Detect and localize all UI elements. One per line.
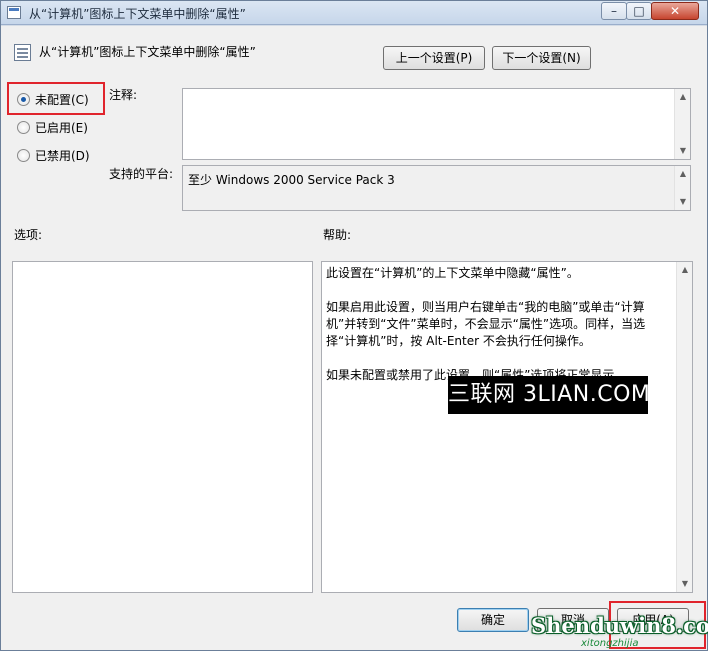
options-label: 选项: — [14, 228, 43, 242]
radio-button[interactable] — [17, 148, 30, 162]
scroll-down-arrow-icon[interactable]: ▼ — [677, 576, 692, 592]
comment-label: 注释: — [109, 88, 138, 102]
window-title: 从“计算机”图标上下文菜单中删除“属性” — [29, 7, 246, 21]
supported-platform-field: 至少 Windows 2000 Service Pack 3 ▲ ▼ — [182, 165, 691, 211]
watermark-3lian: 三联网 3LIAN.COM — [448, 376, 650, 414]
minimize-button[interactable]: – — [601, 2, 627, 20]
platform-label: 支持的平台: — [109, 167, 174, 181]
close-button[interactable]: ✕ — [651, 2, 699, 20]
platform-value: 至少 Windows 2000 Service Pack 3 — [188, 173, 395, 187]
radio-enabled[interactable]: 已启用(E) — [17, 118, 88, 136]
help-scrollbar[interactable]: ▲ ▼ — [676, 262, 692, 592]
highlight-box-radio — [7, 82, 105, 115]
watermark-shenduwin8: Shenduwin8.com — [531, 613, 708, 638]
previous-setting-button[interactable]: 上一个设置(P) — [383, 46, 485, 70]
comment-scrollbar[interactable]: ▲ ▼ — [674, 89, 690, 159]
scroll-down-arrow-icon[interactable]: ▼ — [675, 143, 690, 159]
help-panel: 此设置在“计算机”的上下文菜单中隐藏“属性”。 如果启用此设置，则当用户右键单击… — [321, 261, 693, 593]
platform-scrollbar[interactable]: ▲ ▼ — [674, 166, 690, 210]
radio-label-enabled: 已启用(E) — [35, 120, 88, 135]
radio-button[interactable] — [17, 120, 30, 134]
dialog-client-area: 从“计算机”图标上下文菜单中删除“属性” 上一个设置(P) 下一个设置(N) 未… — [1, 26, 707, 650]
title-bar[interactable]: 从“计算机”图标上下文菜单中删除“属性” – □ ✕ — [1, 1, 707, 25]
scroll-up-arrow-icon[interactable]: ▲ — [677, 262, 692, 278]
policy-setting-window: 从“计算机”图标上下文菜单中删除“属性” – □ ✕ 从“计算机”图标上下文菜单… — [0, 0, 708, 651]
scroll-up-arrow-icon[interactable]: ▲ — [675, 89, 690, 105]
next-setting-button[interactable]: 下一个设置(N) — [492, 46, 591, 70]
scroll-up-arrow-icon[interactable]: ▲ — [675, 166, 690, 182]
comment-textarea[interactable]: ▲ ▼ — [182, 88, 691, 160]
maximize-button[interactable]: □ — [626, 2, 652, 20]
radio-label-disabled: 已禁用(D) — [35, 148, 90, 163]
policy-setting-icon — [14, 44, 31, 61]
help-paragraph: 此设置在“计算机”的上下文菜单中隐藏“属性”。 — [326, 266, 579, 280]
help-label: 帮助: — [323, 228, 352, 242]
ok-button[interactable]: 确定 — [457, 608, 529, 632]
policy-window-icon — [7, 6, 21, 19]
radio-disabled[interactable]: 已禁用(D) — [17, 146, 90, 164]
setting-title: 从“计算机”图标上下文菜单中删除“属性” — [39, 45, 256, 59]
help-paragraph: 如果启用此设置，则当用户右键单击“我的电脑”或单击“计算机”并转到“文件”菜单时… — [326, 300, 646, 348]
scroll-down-arrow-icon[interactable]: ▼ — [675, 194, 690, 210]
options-panel — [12, 261, 313, 593]
watermark-xitong: xitongzhijia — [581, 638, 639, 649]
